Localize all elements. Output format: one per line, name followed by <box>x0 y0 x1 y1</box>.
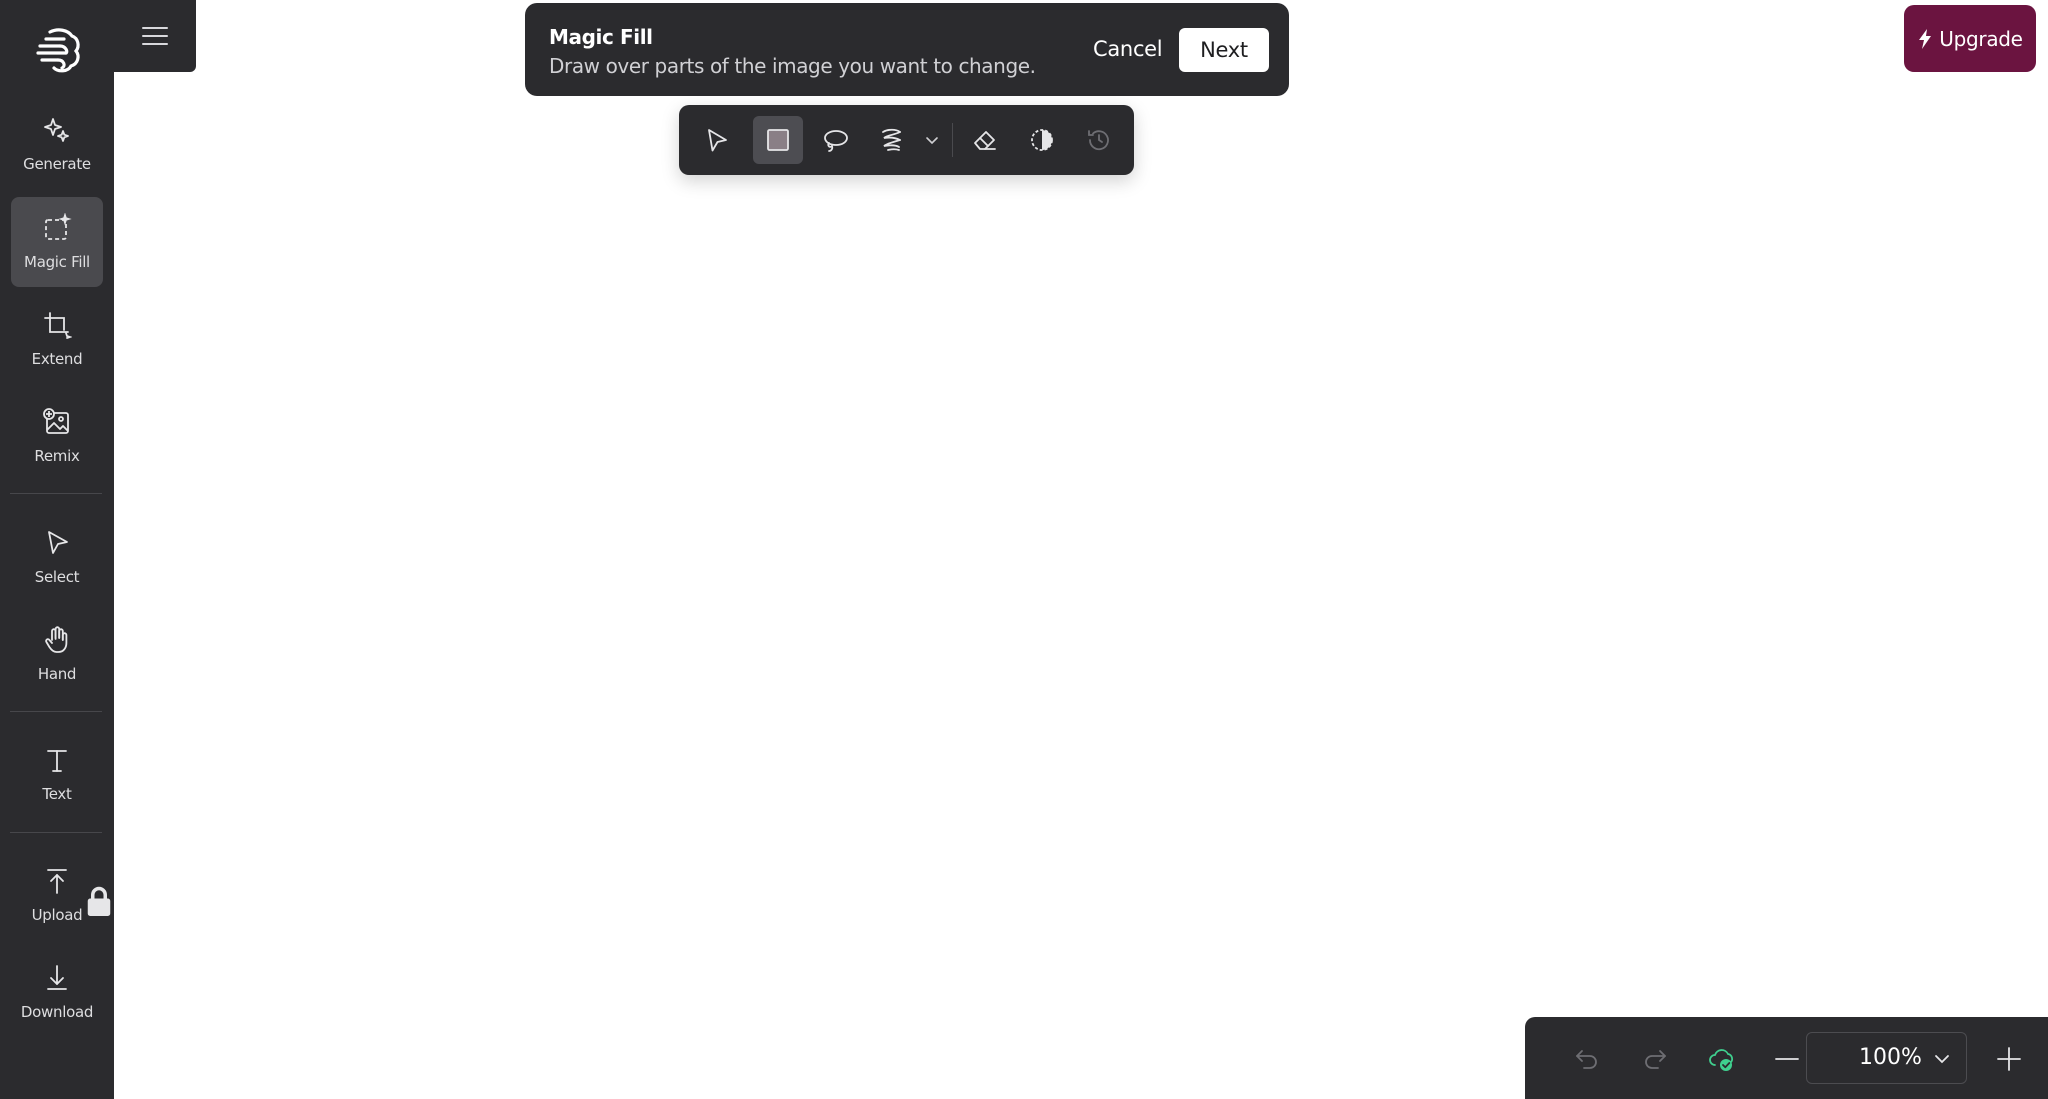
plus-icon <box>1997 1047 2021 1071</box>
sidebar-item-upload[interactable]: Upload <box>11 850 111 940</box>
brain-logo-icon[interactable] <box>30 22 86 78</box>
text-icon <box>47 750 67 772</box>
sidebar-divider <box>10 832 102 833</box>
eraser-icon <box>974 131 996 150</box>
history-tool-button[interactable] <box>1074 116 1124 164</box>
rectangle-select-icon <box>767 129 789 151</box>
sidebar-item-label: Generate <box>23 155 91 173</box>
cursor-icon <box>708 129 727 152</box>
brush-icon <box>882 128 901 151</box>
upload-icon <box>47 869 67 894</box>
sidebar-item-hand[interactable]: Hand <box>11 609 103 699</box>
chevron-down-icon <box>926 137 938 145</box>
sidebar-item-text[interactable]: Text <box>11 729 103 819</box>
sidebar-divider <box>10 493 102 494</box>
bottom-controls-bar: 100% <box>1525 1017 2048 1099</box>
sidebar-item-label: Extend <box>31 350 83 368</box>
banner-title: Magic Fill <box>549 25 653 49</box>
invert-icon <box>1031 129 1053 151</box>
magic-fill-banner: Magic Fill Draw over parts of the image … <box>525 3 1289 96</box>
zoom-level-value: 100% <box>1859 1045 1922 1070</box>
sidebar-item-label: Download <box>20 1003 94 1021</box>
undo-icon <box>1576 1050 1597 1069</box>
brush-options-dropdown[interactable] <box>919 116 945 164</box>
upgrade-button[interactable]: Upgrade <box>1904 5 2036 72</box>
lasso-icon <box>824 130 848 152</box>
zoom-in-button[interactable] <box>1987 1037 2031 1081</box>
next-button[interactable]: Next <box>1179 28 1269 72</box>
crop-extend-icon <box>44 312 72 339</box>
image-plus-icon <box>43 408 69 434</box>
banner-subtitle: Draw over parts of the image you want to… <box>549 54 1036 78</box>
sidebar-item-extend[interactable]: Extend <box>11 294 103 384</box>
sidebar-item-label: Select <box>34 568 80 586</box>
download-icon <box>47 965 67 990</box>
sidebar-item-label: Upload <box>31 906 83 924</box>
lasso-tool-button[interactable] <box>810 116 860 164</box>
sidebar-item-label: Remix <box>34 447 80 465</box>
chevron-down-icon <box>1935 1055 1949 1064</box>
sidebar-item-label: Magic Fill <box>24 253 90 271</box>
sparkle-icon <box>44 118 69 142</box>
minus-icon <box>1775 1058 1799 1060</box>
cloud-sync-status[interactable] <box>1700 1037 1744 1081</box>
menu-button[interactable] <box>114 0 196 72</box>
upgrade-label: Upgrade <box>1939 26 2023 51</box>
undo-button[interactable] <box>1565 1037 1609 1081</box>
cursor-icon <box>48 531 68 554</box>
sidebar-divider <box>10 711 102 712</box>
select-tool-button[interactable] <box>691 116 741 164</box>
history-icon <box>1088 130 1109 151</box>
brush-tool-button[interactable] <box>867 116 917 164</box>
lock-icon <box>87 886 111 916</box>
sidebar-item-label: Hand <box>37 665 77 683</box>
left-sidebar: Generate Magic Fill Extend Remix Select <box>0 0 114 1099</box>
magic-fill-icon <box>45 213 72 240</box>
hand-icon <box>45 626 68 653</box>
sidebar-item-label: Text <box>42 785 72 803</box>
magic-fill-toolbar <box>679 105 1134 175</box>
cancel-button[interactable]: Cancel <box>1093 37 1163 61</box>
sidebar-item-generate[interactable]: Generate <box>11 99 103 189</box>
sidebar-item-select[interactable]: Select <box>11 512 103 602</box>
lightning-icon <box>1919 28 1932 49</box>
invert-tool-button[interactable] <box>1017 116 1067 164</box>
eraser-tool-button[interactable] <box>960 116 1010 164</box>
hamburger-icon <box>142 27 168 45</box>
zoom-level-select[interactable]: 100% <box>1806 1032 1967 1084</box>
redo-icon <box>1645 1050 1666 1069</box>
redo-button[interactable] <box>1633 1037 1677 1081</box>
rectangle-tool-button[interactable] <box>753 116 803 164</box>
cloud-check-icon <box>1709 1049 1733 1071</box>
sidebar-item-download[interactable]: Download <box>11 947 103 1037</box>
sidebar-item-magic-fill[interactable]: Magic Fill <box>11 197 103 287</box>
zoom-out-button[interactable] <box>1765 1037 1809 1081</box>
toolbar-divider <box>952 123 953 157</box>
sidebar-item-remix[interactable]: Remix <box>11 391 103 481</box>
